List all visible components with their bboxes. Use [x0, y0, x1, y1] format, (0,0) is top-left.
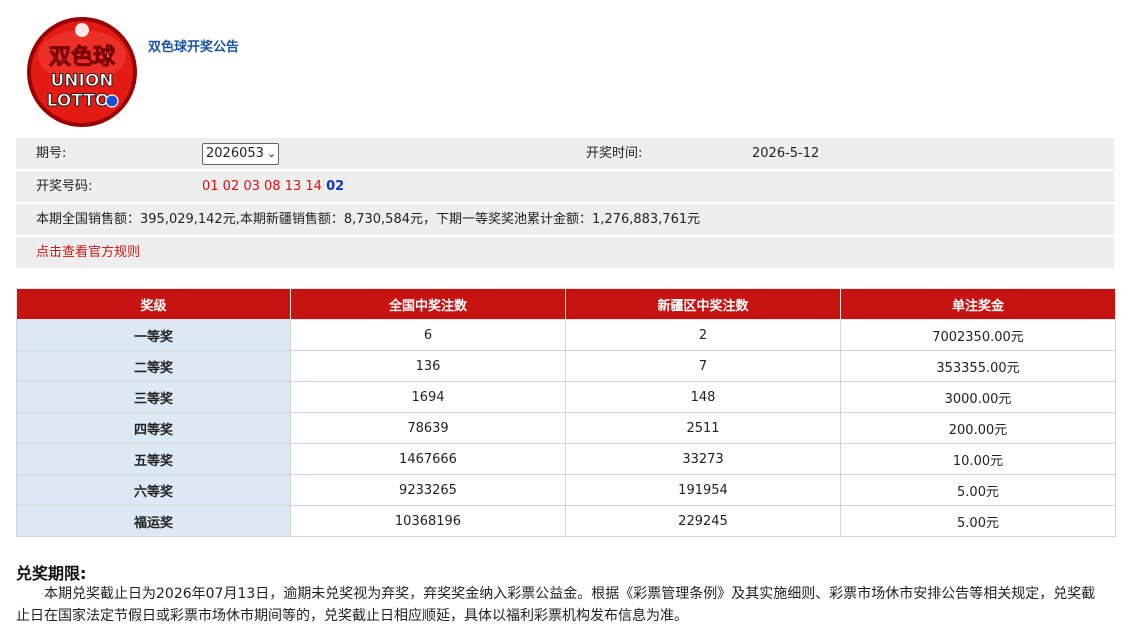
- issue-label: 期号:: [36, 146, 67, 161]
- prize-level: 四等奖: [16, 412, 291, 444]
- national-count: 78639: [290, 412, 566, 444]
- table-header-row: 奖级 全国中奖注数 新疆区中奖注数 单注奖金: [16, 288, 1116, 320]
- table-row: 三等奖 1694 148 3000.00元: [16, 381, 1116, 413]
- deadline-title: 兑奖期限:: [16, 564, 87, 583]
- issue-row: 期号: 2026053 ⌄ 开奖时间: 2026-5-12: [16, 138, 1114, 171]
- table-row: 五等奖 1467666 33273 10.00元: [16, 443, 1116, 475]
- prize-level: 三等奖: [16, 381, 291, 413]
- prize-level: 二等奖: [16, 350, 291, 382]
- prize-amount: 5.00元: [840, 474, 1116, 506]
- deadline-text: 本期兑奖截止日为2026年07月13日，逾期未兑奖视为弃奖，弃奖奖金纳入彩票公益…: [16, 586, 1096, 624]
- sales-row: 本期全国销售额：395,029,142元,本期新疆销售额：8,730,584元，…: [16, 204, 1114, 237]
- chevron-down-icon: ⌄: [266, 147, 277, 160]
- xinjiang-count: 229245: [565, 505, 841, 537]
- xinjiang-count: 148: [565, 381, 841, 413]
- national-count: 1467666: [290, 443, 566, 475]
- table-row: 福运奖 10368196 229245 5.00元: [16, 505, 1116, 537]
- sales-text: 本期全国销售额：395,029,142元,本期新疆销售额：8,730,584元，…: [36, 212, 701, 227]
- col-header-national: 全国中奖注数: [290, 288, 566, 320]
- table-row: 二等奖 136 7 353355.00元: [16, 350, 1116, 382]
- issue-select-wrap: 2026053 ⌄: [202, 138, 280, 169]
- xinjiang-count: 2: [565, 319, 841, 351]
- issue-select[interactable]: 2026053 ⌄: [202, 143, 280, 165]
- winning-numbers: 01 02 03 08 13 14 02: [202, 171, 344, 202]
- draw-info-panel: 期号: 2026053 ⌄ 开奖时间: 2026-5-12 开奖号码: 01 02…: [16, 138, 1114, 270]
- table-row: 一等奖 6 2 7002350.00元: [16, 319, 1116, 351]
- numbers-label: 开奖号码:: [36, 179, 93, 194]
- xinjiang-count: 2511: [565, 412, 841, 444]
- rules-row: 点击查看官方规则: [16, 237, 1114, 270]
- numbers-row: 开奖号码: 01 02 03 08 13 14 02: [16, 171, 1114, 204]
- national-count: 136: [290, 350, 566, 382]
- prize-amount: 353355.00元: [840, 350, 1116, 382]
- svg-text:双色球: 双色球: [49, 44, 116, 70]
- prize-level: 福运奖: [16, 505, 291, 537]
- prize-level: 六等奖: [16, 474, 291, 506]
- table-row: 四等奖 78639 2511 200.00元: [16, 412, 1116, 444]
- xinjiang-count: 33273: [565, 443, 841, 475]
- prize-amount: 200.00元: [840, 412, 1116, 444]
- prize-level: 一等奖: [16, 319, 291, 351]
- prize-amount: 7002350.00元: [840, 319, 1116, 351]
- red-balls: 01 02 03 08 13 14: [202, 179, 322, 194]
- blue-ball: 02: [326, 179, 345, 194]
- table-row: 六等奖 9233265 191954 5.00元: [16, 474, 1116, 506]
- xinjiang-count: 191954: [565, 474, 841, 506]
- svg-text:UNION: UNION: [50, 71, 113, 91]
- prize-amount: 10.00元: [840, 443, 1116, 475]
- col-header-prize: 单注奖金: [840, 288, 1116, 320]
- prize-amount: 3000.00元: [840, 381, 1116, 413]
- national-count: 10368196: [290, 505, 566, 537]
- draw-time-label: 开奖时间:: [586, 146, 643, 161]
- page-title: 双色球开奖公告: [148, 40, 240, 55]
- col-header-level: 奖级: [16, 288, 291, 320]
- prize-table: 奖级 全国中奖注数 新疆区中奖注数 单注奖金 一等奖 6 2 7002350.0…: [16, 288, 1116, 537]
- prize-amount: 5.00元: [840, 505, 1116, 537]
- prize-level: 五等奖: [16, 443, 291, 475]
- national-count: 9233265: [290, 474, 566, 506]
- xinjiang-count: 7: [565, 350, 841, 382]
- svg-text:LOTTO: LOTTO: [47, 91, 110, 111]
- national-count: 1694: [290, 381, 566, 413]
- official-rules-link[interactable]: 点击查看官方规则: [36, 237, 140, 268]
- draw-time-value: 2026-5-12: [752, 146, 820, 161]
- national-count: 6: [290, 319, 566, 351]
- col-header-xinjiang: 新疆区中奖注数: [565, 288, 841, 320]
- issue-select-value: 2026053: [206, 146, 264, 161]
- union-lotto-logo: 双色球 UNION LOTTO: [26, 16, 138, 128]
